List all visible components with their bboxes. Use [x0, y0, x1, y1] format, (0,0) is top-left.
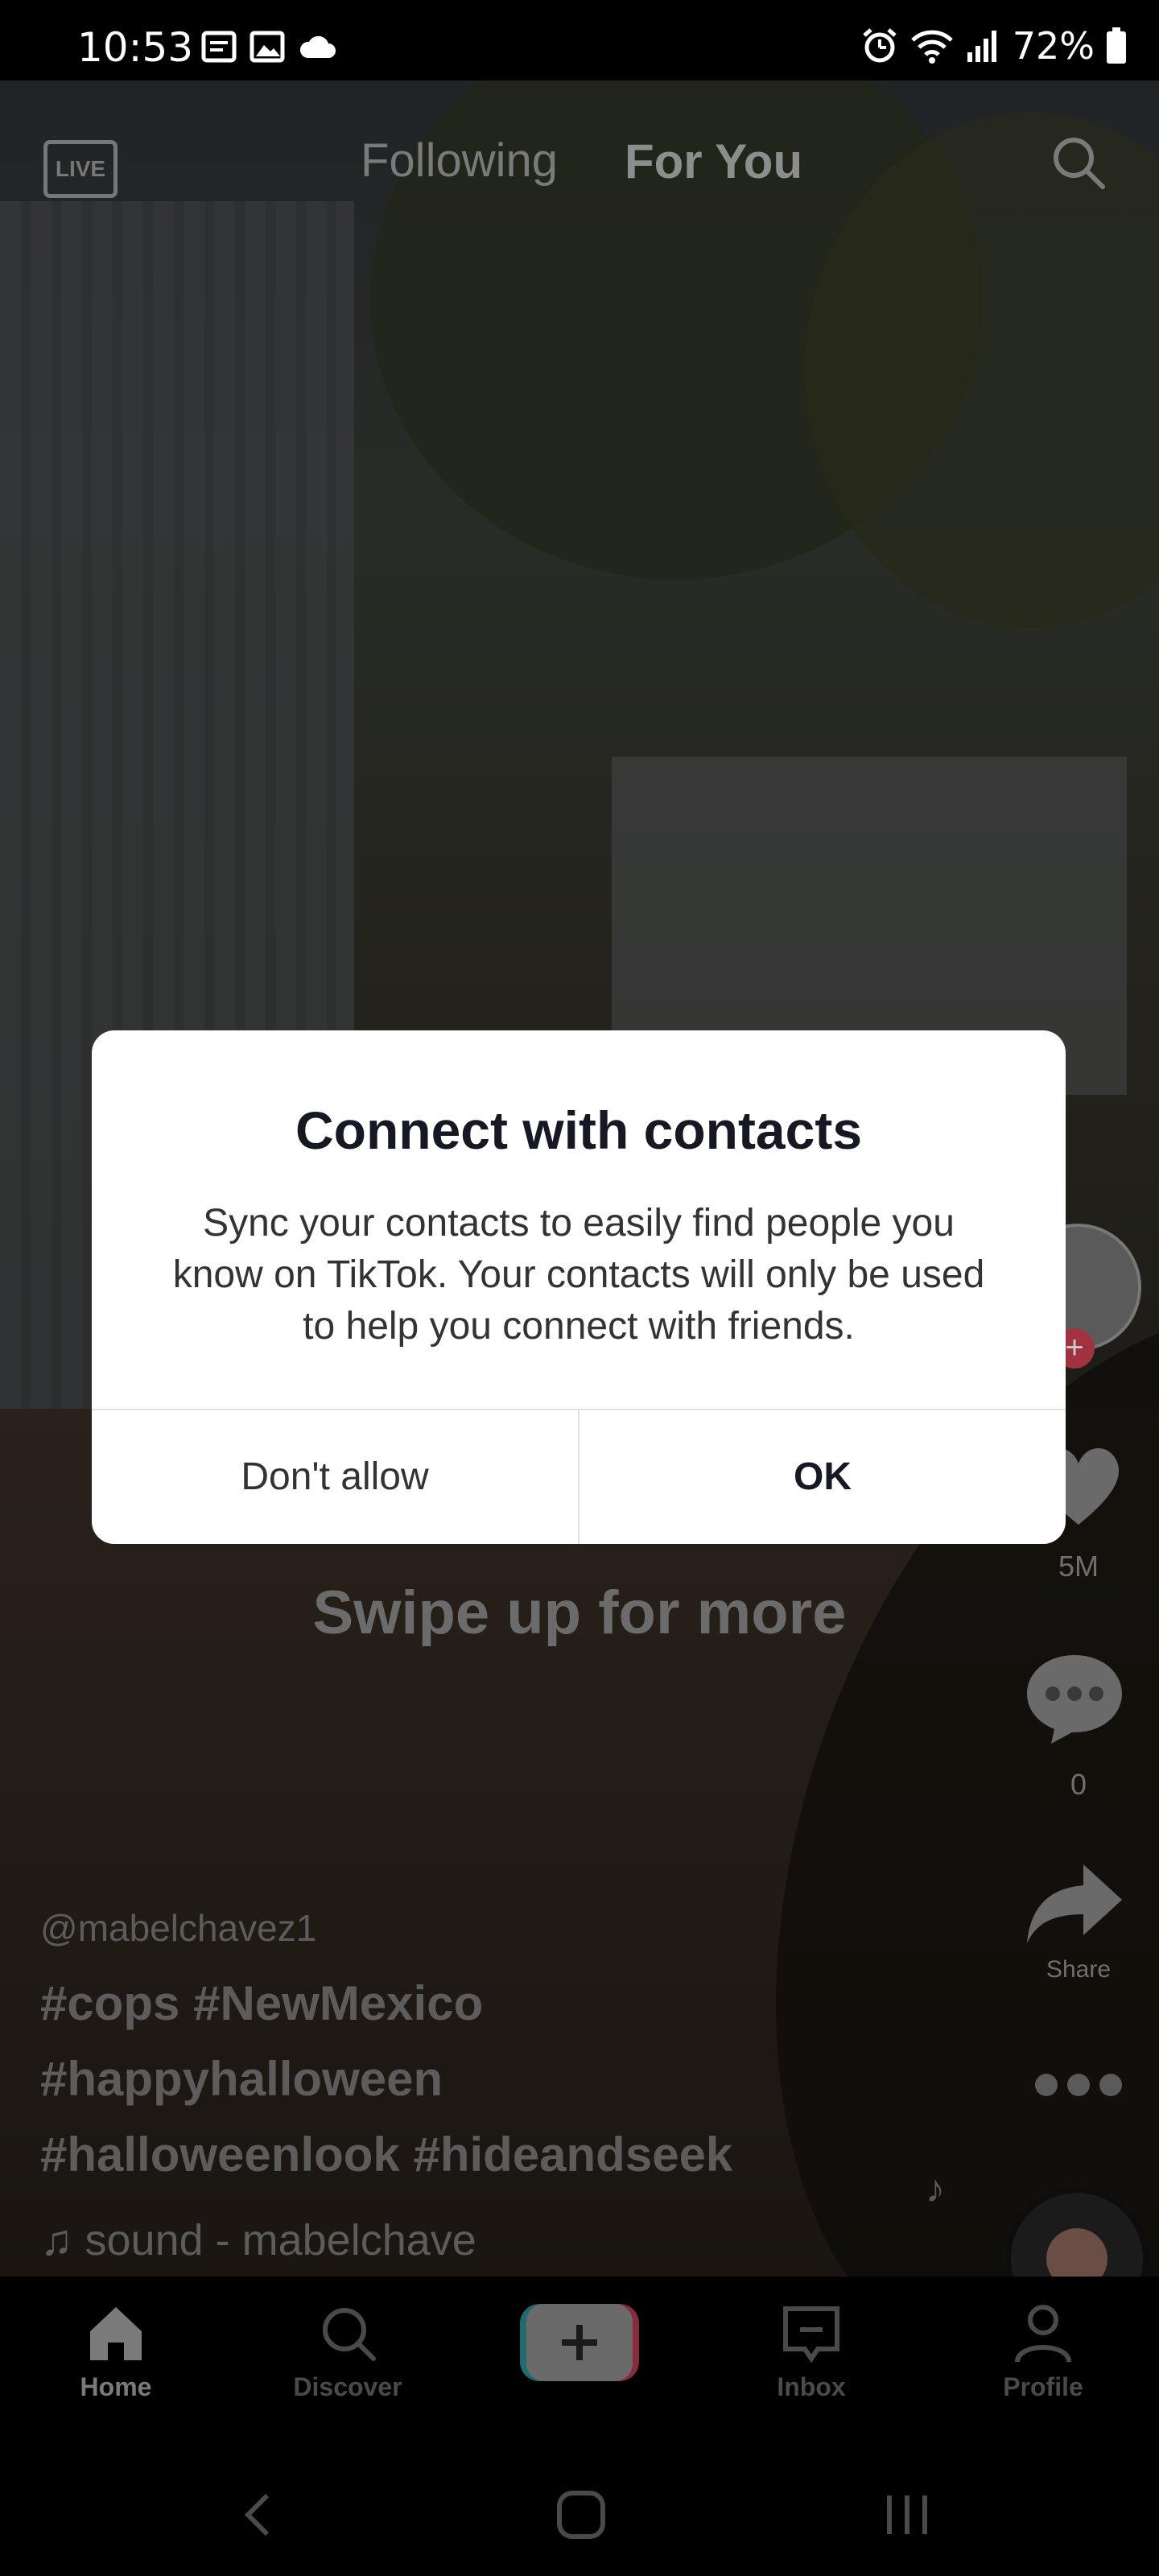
recents-icon[interactable] [884, 2492, 932, 2537]
nav-profile-label: Profile [1003, 2372, 1083, 2401]
share-icon[interactable] [1022, 1860, 1127, 1948]
hashtag-line[interactable]: #cops #NewMexico [40, 1966, 732, 2041]
comment-icon[interactable] [1022, 1649, 1127, 1745]
battery-icon [1107, 27, 1126, 64]
dialog-title: Connect with contacts [295, 1100, 863, 1160]
bottom-nav: Home Discover Inbox Profile [0, 2277, 1159, 2401]
cloud-icon [299, 35, 336, 58]
system-nav-bar [0, 2447, 1159, 2576]
signal-icon [967, 31, 996, 62]
sound-label[interactable]: ♫ sound - mabelchave [40, 2215, 732, 2265]
notification-icon [201, 31, 237, 63]
hashtag-line[interactable]: #happyhalloween [40, 2041, 732, 2117]
nav-profile[interactable]: Profile [971, 2277, 1116, 2402]
more-options-icon[interactable] [1030, 2069, 1127, 2101]
nav-inbox-label: Inbox [777, 2372, 846, 2401]
swipe-hint: Swipe up for more [312, 1579, 847, 1647]
live-icon[interactable]: LIVE [43, 140, 118, 198]
hashtag-line[interactable]: #halloweenlook #hideandseek [40, 2117, 732, 2193]
feed-top-bar: LIVE Following For You [0, 121, 1159, 201]
home-button-icon[interactable] [555, 2489, 607, 2541]
gallery-icon [250, 31, 285, 63]
battery-percent: 72% [1012, 24, 1095, 68]
connect-contacts-dialog: Connect with contacts Sync your contacts… [92, 1030, 1066, 1544]
ok-button[interactable]: OK [580, 1410, 1066, 1544]
dialog-body: Sync your contacts to easily find people… [172, 1202, 985, 1348]
nav-home[interactable]: Home [43, 2277, 188, 2402]
music-icon: ♫ [40, 2216, 85, 2264]
sound-cover [1046, 2228, 1107, 2277]
status-time: 10:53 [77, 24, 194, 71]
creator-username[interactable]: @mabelchavez1 [40, 1906, 732, 1950]
wifi-icon [910, 30, 953, 64]
status-right-icons: 72% [861, 24, 1127, 68]
inbox-icon [783, 2306, 839, 2363]
create-icon [520, 2304, 639, 2381]
status-bar: 10:53 72% [0, 0, 1159, 80]
nav-discover-label: Discover [293, 2372, 402, 2401]
search-icon [323, 2308, 376, 2361]
nav-discover[interactable]: Discover [275, 2277, 420, 2402]
nav-inbox[interactable]: Inbox [739, 2277, 884, 2402]
create-button[interactable] [520, 2304, 639, 2381]
sound-name: sound - mabelchave [85, 2216, 476, 2264]
profile-icon [1015, 2305, 1071, 2363]
tab-for-you[interactable]: For You [625, 134, 802, 189]
back-icon[interactable] [238, 2491, 277, 2539]
tab-following[interactable]: Following [361, 134, 558, 188]
status-left-icons [201, 31, 338, 63]
comment-count: 0 [1070, 1768, 1087, 1801]
search-icon[interactable] [1050, 134, 1107, 192]
home-icon [90, 2307, 142, 2360]
alarm-icon [863, 28, 897, 63]
music-note-icon: ♪ [926, 2168, 945, 2211]
video-caption: @mabelchavez1 #cops #NewMexico #happyhal… [40, 1906, 732, 2265]
share-label: Share [1046, 1956, 1112, 1983]
dont-allow-button[interactable]: Don't allow [92, 1410, 578, 1544]
nav-home-label: Home [80, 2372, 152, 2401]
like-count: 5M [1058, 1550, 1099, 1583]
